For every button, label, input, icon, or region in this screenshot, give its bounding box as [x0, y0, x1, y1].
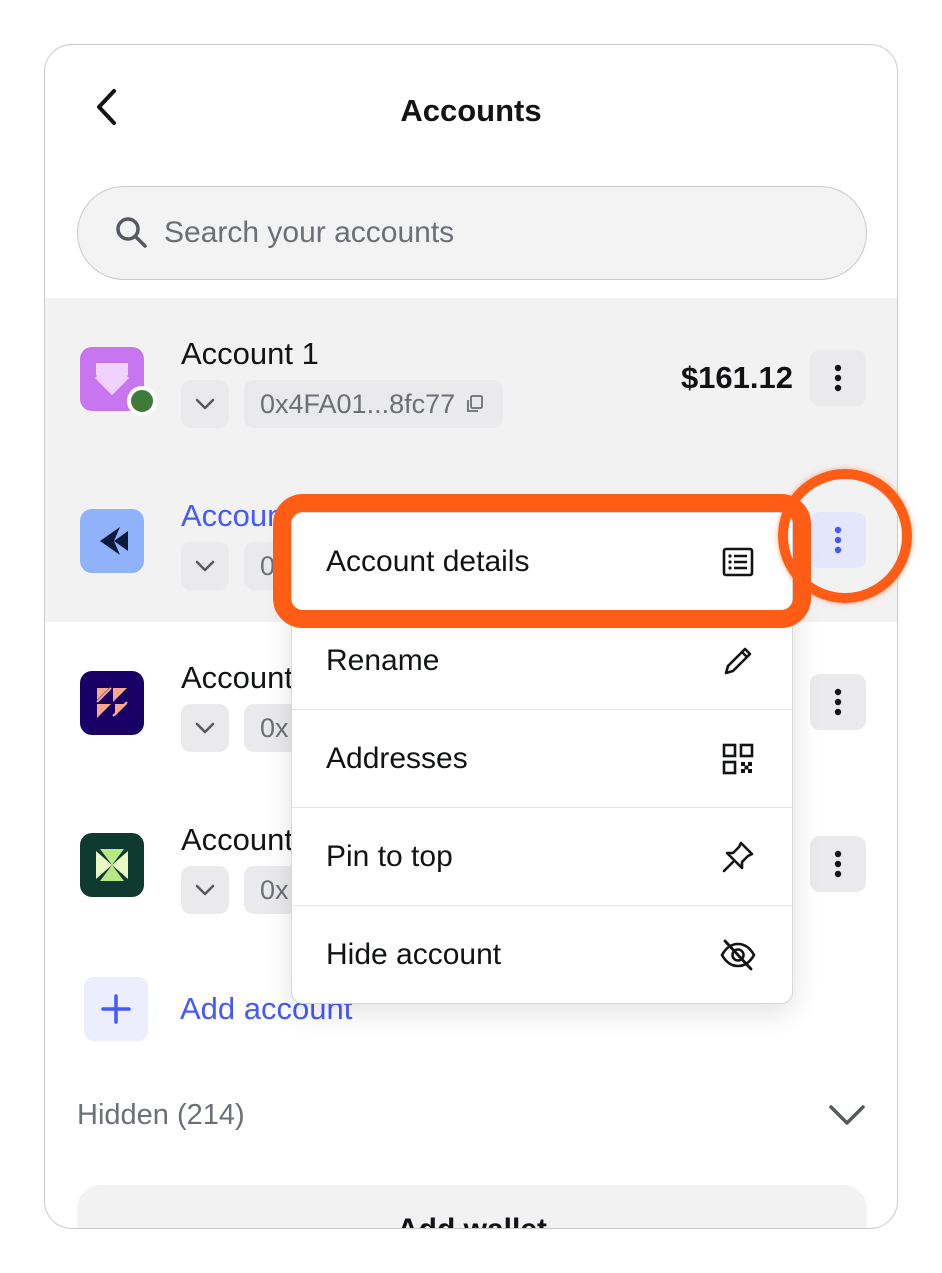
avatar	[80, 509, 144, 573]
expand-button[interactable]	[181, 704, 229, 752]
more-options-button[interactable]	[810, 674, 866, 730]
add-wallet-button[interactable]: Add wallet	[77, 1185, 867, 1228]
add-wallet-label: Add wallet	[397, 1213, 547, 1228]
expand-button[interactable]	[181, 542, 229, 590]
eye-slash-icon	[720, 939, 756, 970]
account-address: 0x4FA01...8fc77	[260, 388, 456, 419]
details-icon	[722, 547, 754, 577]
chevron-down-icon	[195, 722, 215, 734]
connected-status-dot	[127, 386, 157, 416]
menu-item-pin-to-top[interactable]: Pin to top	[292, 807, 792, 905]
account-address: 0x	[260, 874, 289, 905]
account-logo-icon	[96, 849, 128, 881]
chevron-down-icon	[195, 884, 215, 896]
header: Accounts	[45, 45, 897, 175]
expand-button[interactable]	[181, 380, 229, 428]
add-icon-box	[84, 977, 148, 1041]
menu-item-account-details[interactable]: Account details	[292, 513, 792, 611]
menu-item-addresses[interactable]: Addresses	[292, 709, 792, 807]
account-name: Account 1	[181, 336, 319, 371]
address-chip[interactable]: 0x4FA01...8fc77	[244, 380, 504, 428]
search-icon	[116, 217, 147, 248]
avatar	[80, 833, 144, 897]
plus-icon	[101, 994, 131, 1024]
expand-button[interactable]	[181, 866, 229, 914]
chevron-down-icon	[195, 398, 215, 410]
menu-item-label: Addresses	[326, 741, 468, 775]
menu-item-hide-account[interactable]: Hide account	[292, 905, 792, 1003]
account-row[interactable]: Account 1 0x4FA01...8fc77 $161.12	[45, 298, 897, 460]
more-options-button[interactable]	[810, 512, 866, 568]
search-input[interactable]	[164, 216, 764, 250]
page-title: Accounts	[400, 93, 542, 128]
search-bar[interactable]	[77, 186, 867, 280]
chevron-down-icon	[829, 1105, 865, 1125]
menu-item-label: Pin to top	[326, 839, 453, 873]
hidden-accounts-toggle[interactable]: Hidden (214)	[77, 1085, 867, 1145]
chevron-down-icon	[195, 560, 215, 572]
account-logo-icon	[96, 687, 128, 718]
account-address: 0x	[260, 712, 289, 743]
account-address: 0x	[260, 550, 289, 581]
more-options-button[interactable]	[810, 350, 866, 406]
account-options-menu: Account details Rename Addresses Pin to …	[291, 512, 793, 1004]
account-logo-icon	[100, 527, 128, 555]
more-vertical-icon	[834, 364, 842, 392]
more-vertical-icon	[834, 526, 842, 554]
menu-item-rename[interactable]: Rename	[292, 611, 792, 709]
pin-icon	[722, 841, 754, 872]
menu-item-label: Rename	[326, 643, 440, 677]
menu-item-label: Hide account	[326, 937, 502, 971]
qr-code-icon	[722, 743, 754, 774]
menu-item-label: Account details	[326, 545, 530, 578]
account-logo-icon	[94, 363, 130, 396]
pencil-icon	[724, 647, 752, 674]
avatar	[80, 671, 144, 735]
more-options-button[interactable]	[810, 836, 866, 892]
hidden-accounts-label: Hidden (214)	[77, 1098, 245, 1131]
copy-icon[interactable]	[465, 394, 485, 414]
account-balance: $161.12	[680, 360, 793, 395]
more-vertical-icon	[834, 850, 842, 878]
more-vertical-icon	[834, 688, 842, 716]
